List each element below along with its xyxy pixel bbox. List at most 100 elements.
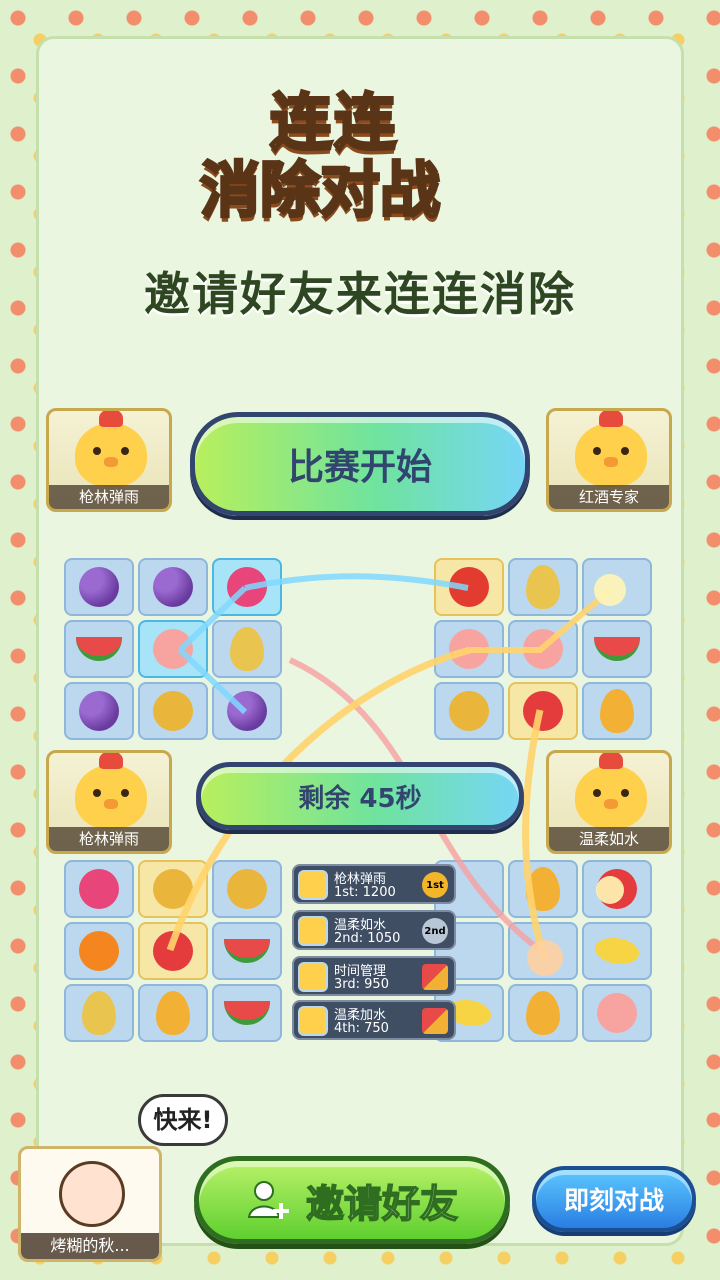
pineapple-icon <box>449 691 489 731</box>
board-tile[interactable] <box>434 558 504 616</box>
board-tile[interactable] <box>582 860 652 918</box>
quick-battle-button[interactable]: 即刻对战 <box>532 1166 696 1232</box>
pear-icon <box>526 565 560 609</box>
rank-medal-icon: 2nd <box>422 918 448 944</box>
dragonfruit-icon <box>227 567 267 607</box>
my-name: 烤糊的秋... <box>21 1233 159 1259</box>
board-tile[interactable] <box>138 922 208 980</box>
pear-icon <box>230 627 264 671</box>
board-tile[interactable] <box>508 984 578 1042</box>
invite-friends-button[interactable]: 邀请好友 <box>194 1156 510 1244</box>
player-card-mid-left[interactable]: 枪林弹雨 <box>46 750 172 854</box>
player-name: 红酒专家 <box>549 485 669 509</box>
board-tile[interactable] <box>64 620 134 678</box>
board-tile[interactable] <box>582 558 652 616</box>
orange-icon <box>79 931 119 971</box>
banana-icon <box>595 938 639 964</box>
board-tile[interactable] <box>212 558 282 616</box>
board-top-left <box>64 558 282 740</box>
player-card-top-left[interactable]: 枪林弹雨 <box>46 408 172 512</box>
board-tile[interactable] <box>64 860 134 918</box>
board-tile[interactable] <box>508 860 578 918</box>
invite-label: 邀请好友 <box>305 1181 459 1227</box>
chick-avatar-icon <box>298 916 328 946</box>
board-tile[interactable] <box>582 620 652 678</box>
grapes-icon <box>79 567 119 607</box>
board-tile[interactable] <box>212 860 282 918</box>
logo-word-xiaochu: 消除 <box>199 155 322 228</box>
pineapple-icon <box>153 691 193 731</box>
watermelon-icon <box>224 939 270 963</box>
player-name: 温柔如水 <box>549 827 669 851</box>
board-tile[interactable] <box>212 922 282 980</box>
dragonfruit-icon <box>79 869 119 909</box>
chick-avatar-icon <box>298 962 328 992</box>
leaderboard-row: 时间管理 3rd: 950 <box>292 956 456 996</box>
board-bottom-right <box>434 860 652 1042</box>
mango-icon <box>156 991 190 1035</box>
board-tile[interactable] <box>508 682 578 740</box>
board-tile[interactable] <box>212 620 282 678</box>
chick-avatar-icon <box>575 753 647 829</box>
board-tile[interactable] <box>212 984 282 1042</box>
board-tile[interactable] <box>64 682 134 740</box>
leaderboard-score: 1st: 1200 <box>334 885 396 900</box>
rank-medal-icon: 1st <box>422 872 448 898</box>
board-tile[interactable] <box>64 922 134 980</box>
pineapple-icon <box>153 869 193 909</box>
empty-cell-icon <box>523 931 563 971</box>
board-tile[interactable] <box>582 922 652 980</box>
board-tile[interactable] <box>64 558 134 616</box>
board-tile[interactable] <box>212 682 282 740</box>
fruit-collection-icon <box>422 964 448 990</box>
board-tile[interactable] <box>138 558 208 616</box>
board-tile[interactable] <box>508 922 578 980</box>
board-tile[interactable] <box>138 984 208 1042</box>
mango-icon <box>600 689 634 733</box>
board-tile[interactable] <box>508 558 578 616</box>
leaderboard-score: 4th: 750 <box>334 1021 389 1036</box>
fruit-collection-icon <box>422 1008 448 1034</box>
user-avatar <box>59 1161 125 1227</box>
grapes-icon <box>153 567 193 607</box>
speech-bubble: 快来! <box>138 1094 228 1146</box>
chick-avatar-icon <box>298 870 328 900</box>
board-tile[interactable] <box>434 620 504 678</box>
player-name: 枪林弹雨 <box>49 827 169 851</box>
board-tile[interactable] <box>138 860 208 918</box>
start-match-button[interactable]: 比赛开始 <box>190 412 530 516</box>
board-tile[interactable] <box>138 682 208 740</box>
chick-avatar-icon <box>298 1006 328 1036</box>
board-tile[interactable] <box>582 682 652 740</box>
logo-word-duizhan: 对战 <box>319 155 442 228</box>
leaderboard-row: 温柔如水 2nd: 1050 2nd <box>292 910 456 950</box>
player-card-top-right[interactable]: 红酒专家 <box>546 408 672 512</box>
peach-icon <box>523 629 563 669</box>
board-tile[interactable] <box>582 984 652 1042</box>
watermelon-icon <box>594 637 640 661</box>
strawberry-icon <box>597 869 637 909</box>
leaderboard-row: 温柔加水 4th: 750 <box>292 1000 456 1040</box>
grapes-icon <box>79 691 119 731</box>
board-tile[interactable] <box>434 682 504 740</box>
time-remaining-button: 剩余 45秒 <box>196 762 524 830</box>
strawberry-icon <box>523 691 563 731</box>
chick-avatar-icon <box>75 411 147 487</box>
board-top-right <box>434 558 652 740</box>
watermelon-icon <box>76 637 122 661</box>
watermelon-icon <box>224 1001 270 1025</box>
board-tile[interactable] <box>64 984 134 1042</box>
peach-icon <box>597 993 637 1033</box>
board-tile[interactable] <box>138 620 208 678</box>
player-card-mid-right[interactable]: 温柔如水 <box>546 750 672 854</box>
pear-icon <box>82 991 116 1035</box>
logo-line-2: 消除对战 <box>199 142 442 229</box>
leaderboard-score: 2nd: 1050 <box>334 931 401 946</box>
peach-icon <box>449 629 489 669</box>
game-logo: 连连 消除对战 <box>160 62 560 232</box>
chick-avatar-icon <box>75 753 147 829</box>
my-avatar-card[interactable]: 烤糊的秋... <box>18 1146 162 1262</box>
board-tile[interactable] <box>508 620 578 678</box>
strawberry-icon <box>153 931 193 971</box>
mango-icon <box>526 867 560 911</box>
